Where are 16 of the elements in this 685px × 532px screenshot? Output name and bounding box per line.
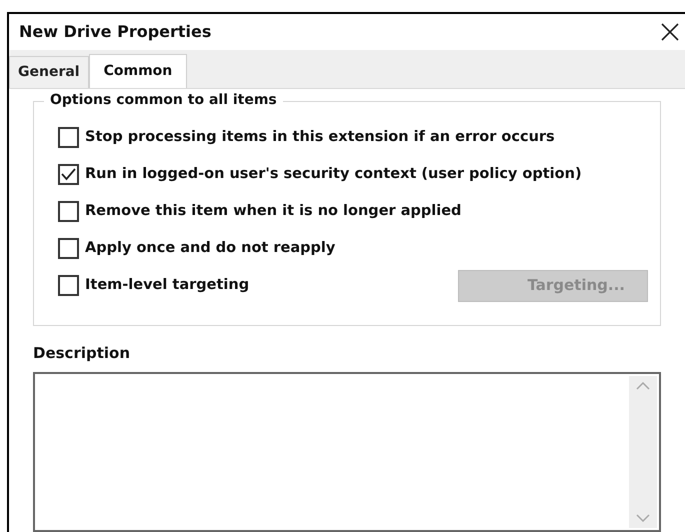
checkbox[interactable] [58, 164, 79, 185]
description-label: Description [33, 342, 132, 364]
tab[interactable]: General [9, 56, 89, 88]
checkbox[interactable] [58, 127, 79, 148]
checkbox-label: Stop processing items in this extension if an error occurs [85, 128, 555, 147]
close-icon[interactable] [659, 20, 681, 43]
description-field[interactable] [33, 372, 661, 532]
checkbox[interactable] [58, 201, 79, 222]
window-title: New Drive Properties [19, 20, 212, 43]
checkbox-label: Remove this item when it is no longer applied [85, 202, 462, 221]
checkbox-label: Item-level targeting [85, 276, 250, 295]
checkbox-label: Apply once and do not reapply [85, 238, 336, 258]
checkbox[interactable] [58, 238, 79, 259]
checkbox[interactable] [58, 275, 79, 296]
tab[interactable]: Common [88, 54, 188, 88]
checkbox-label: Run in logged-on user's security context (user policy option) [85, 164, 582, 184]
